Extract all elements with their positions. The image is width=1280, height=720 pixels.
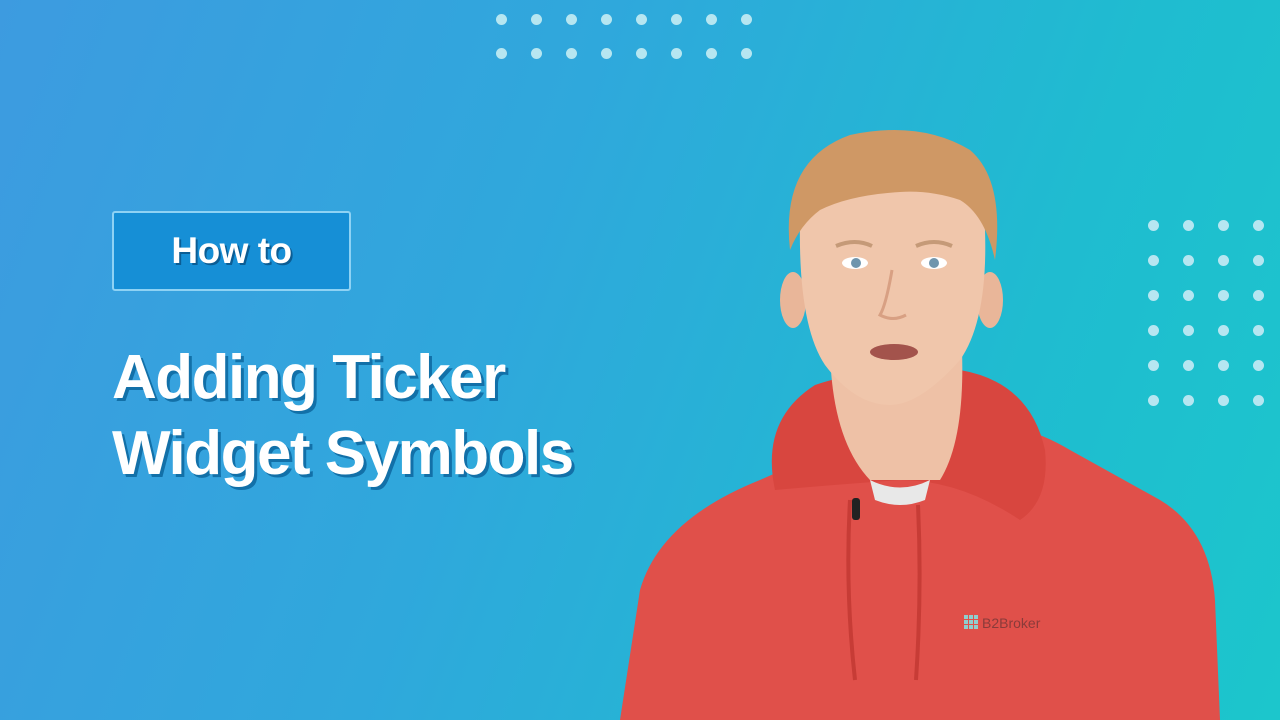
decorative-dot [601, 14, 612, 25]
decorative-dot [496, 48, 507, 59]
decorative-dot [1253, 290, 1264, 301]
decorative-dot [1253, 220, 1264, 231]
title-line-1: Adding Ticker [112, 343, 506, 412]
lapel-mic [852, 498, 860, 520]
decorative-dot [566, 48, 577, 59]
decorative-dot [1253, 360, 1264, 371]
decorative-dot [531, 14, 542, 25]
video-title: Adding Ticker Widget Symbols [112, 340, 574, 492]
b2broker-logo: B2Broker [964, 615, 1041, 631]
logo-grid-icon [964, 615, 978, 629]
title-line-2: Widget Symbols [112, 419, 574, 488]
decorative-dot [496, 14, 507, 25]
how-to-badge: How to [112, 211, 351, 291]
decorative-dot [636, 48, 647, 59]
decorative-dot [531, 48, 542, 59]
decorative-dot [741, 14, 752, 25]
decorative-dot [601, 48, 612, 59]
decorative-dot [671, 14, 682, 25]
decorative-dot [706, 48, 717, 59]
decorative-dot [1253, 395, 1264, 406]
shirt-logo-text: B2Broker [982, 615, 1041, 631]
decorative-dot [671, 48, 682, 59]
decorative-dot [706, 14, 717, 25]
presenter-photo: B2Broker [620, 130, 1220, 720]
decorative-dot-grid-top [496, 14, 752, 59]
decorative-dot [636, 14, 647, 25]
decorative-dot [1253, 325, 1264, 336]
decorative-dot [566, 14, 577, 25]
decorative-dot [1253, 255, 1264, 266]
video-thumbnail: How to Adding Ticker Widget Symbols B2Br… [0, 0, 1280, 720]
mouth [870, 344, 918, 360]
how-to-label: How to [171, 230, 292, 271]
decorative-dot [741, 48, 752, 59]
